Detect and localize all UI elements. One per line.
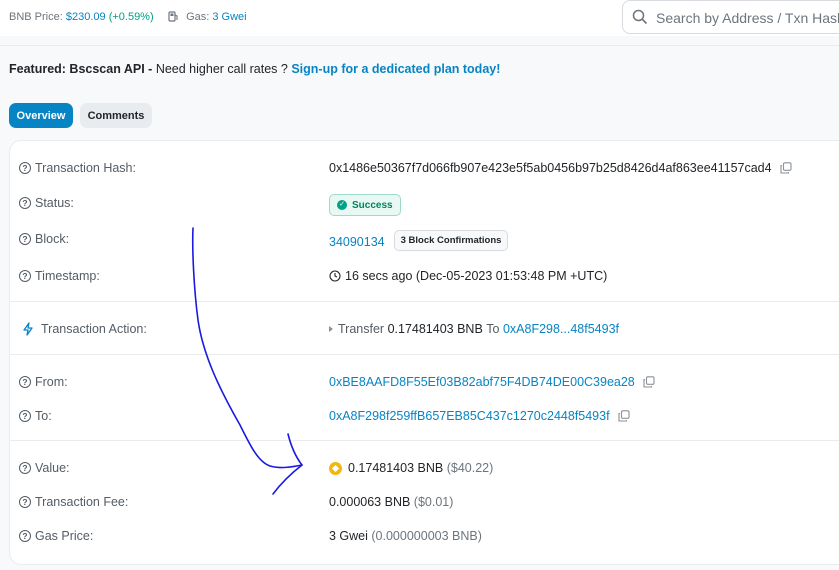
- to-address-link[interactable]: 0xA8F298f259ffB657EB85C437c1270c2448f549…: [329, 409, 610, 423]
- section-divider: [9, 301, 839, 302]
- block-number-link[interactable]: 34090134: [329, 235, 385, 249]
- question-icon[interactable]: ?: [19, 376, 31, 388]
- bnb-token-icon: [329, 461, 342, 475]
- gas-label: Gas:: [186, 11, 210, 23]
- row-value: 3 Gwei (0.000000003 BNB): [329, 529, 482, 543]
- status-text: Success: [352, 199, 393, 211]
- confirmations-badge: 3 Block Confirmations: [393, 230, 509, 251]
- value-usd: ($40.22): [446, 461, 494, 475]
- question-icon[interactable]: ?: [19, 197, 31, 209]
- top-bar: BNB Price: $230.09 (+0.59%) Gas: 3 Gwei …: [0, 0, 839, 36]
- label-text: Value:: [35, 461, 70, 475]
- row-label: ? Gas Price:: [19, 529, 93, 543]
- row-value: Transfer 0.17481403 BNB To 0xA8F298...48…: [329, 322, 619, 336]
- row-value: 0xBE8AAFD8F55Ef03B82abf75F4DB74DE00C39ea…: [329, 375, 655, 389]
- label-text: Timestamp:: [35, 269, 100, 283]
- lightning-icon: [23, 322, 33, 336]
- row-value: 16 secs ago (Dec-05-2023 01:53:48 PM +UT…: [329, 269, 607, 283]
- tx-hash-value: 0x1486e50367f7d066fb907e423e5f5ab0456b97…: [329, 161, 772, 175]
- copy-icon[interactable]: [618, 410, 630, 422]
- tab-comments[interactable]: Comments: [80, 103, 152, 128]
- section-divider: [9, 354, 839, 355]
- featured-signup-link[interactable]: Sign-up for a dedicated plan today!: [291, 62, 500, 76]
- bnb-price: BNB Price: $230.09 (+0.59%): [9, 11, 154, 23]
- row-to: ? To: 0xA8F298f259ffB657EB85C437c1270c244…: [0, 407, 839, 427]
- action-to-word: To: [486, 322, 500, 336]
- row-status: ? Status: ✓ Success: [0, 194, 839, 216]
- question-icon[interactable]: ?: [19, 462, 31, 474]
- clock-icon: [329, 270, 341, 282]
- gas-tracker: Gas: 3 Gwei: [168, 11, 247, 23]
- featured-text: Need higher call rates ?: [155, 62, 288, 76]
- row-label: ? From:: [19, 375, 68, 389]
- row-value: 0x1486e50367f7d066fb907e423e5f5ab0456b97…: [329, 161, 792, 175]
- label-text: Block:: [35, 232, 70, 246]
- search-icon: [632, 9, 648, 25]
- question-icon[interactable]: ?: [19, 270, 31, 282]
- label-text: Gas Price:: [35, 529, 94, 543]
- label-text: Transaction Hash:: [35, 161, 136, 175]
- row-label: Transaction Action:: [19, 322, 147, 336]
- action-verb: Transfer: [338, 322, 385, 336]
- label-text: Transaction Action:: [41, 322, 147, 336]
- row-value: ? Value: 0.17481403 BNB ($40.22): [0, 459, 839, 479]
- from-address-link[interactable]: 0xBE8AAFD8F55Ef03B82abf75F4DB74DE00C39ea…: [329, 375, 635, 389]
- row-timestamp: ? Timestamp: 16 secs ago (Dec-05-2023 01:…: [0, 267, 839, 287]
- row-label: ? To:: [19, 409, 52, 423]
- label-text: To:: [35, 409, 52, 423]
- row-label: ? Transaction Hash:: [19, 161, 136, 175]
- bnb-price-change: (+0.59%): [108, 11, 154, 23]
- check-circle-icon: ✓: [337, 200, 347, 210]
- featured-prefix: Featured: Bscscan API -: [9, 62, 153, 76]
- row-value: 0.17481403 BNB ($40.22): [329, 461, 493, 475]
- question-icon[interactable]: ?: [19, 162, 31, 174]
- label-text: Status:: [35, 196, 74, 210]
- label-text: From:: [35, 375, 68, 389]
- gas-price-amount: 3 Gwei: [329, 529, 368, 543]
- search-placeholder: Search by Address / Txn Hash: [656, 10, 839, 26]
- question-icon[interactable]: ?: [19, 530, 31, 542]
- bnb-price-label: BNB Price:: [9, 11, 63, 23]
- bnb-price-value[interactable]: $230.09: [66, 11, 106, 23]
- row-gas-price: ? Gas Price: 3 Gwei (0.000000003 BNB): [0, 527, 839, 547]
- row-value: 34090134 3 Block Confirmations: [329, 230, 509, 251]
- row-label: ? Status:: [19, 196, 74, 210]
- copy-icon[interactable]: [643, 376, 655, 388]
- status-badge: ✓ Success: [329, 194, 401, 216]
- caret-right-icon: [329, 326, 333, 332]
- header-divider: [0, 45, 839, 46]
- fee-amount: 0.000063 BNB: [329, 495, 411, 509]
- row-transaction-hash: ? Transaction Hash: 0x1486e50367f7d066fb9…: [0, 159, 839, 179]
- timestamp-value: 16 secs ago (Dec-05-2023 01:53:48 PM +UT…: [345, 269, 608, 283]
- question-icon[interactable]: ?: [19, 496, 31, 508]
- row-label: ? Transaction Fee:: [19, 495, 128, 509]
- value-amount: 0.17481403 BNB: [348, 461, 444, 475]
- question-icon[interactable]: ?: [19, 233, 31, 245]
- label-text: Transaction Fee:: [35, 495, 129, 509]
- action-amount: 0.17481403 BNB: [387, 322, 483, 336]
- action-to-address-link[interactable]: 0xA8F298...48f5493f: [503, 322, 619, 336]
- row-block: ? Block: 34090134 3 Block Confirmations: [0, 230, 839, 251]
- section-divider: [9, 440, 839, 441]
- row-transaction-fee: ? Transaction Fee: 0.000063 BNB ($0.01): [0, 493, 839, 513]
- row-transaction-action: Transaction Action: Transfer 0.17481403 …: [0, 320, 839, 340]
- tab-overview[interactable]: Overview: [9, 103, 73, 128]
- search-input[interactable]: Search by Address / Txn Hash: [622, 0, 839, 34]
- gas-price-bnb: (0.000000003 BNB): [371, 529, 482, 543]
- fee-usd: ($0.01): [413, 495, 454, 509]
- row-label: ? Block:: [19, 232, 69, 246]
- row-value: 0.000063 BNB ($0.01): [329, 495, 453, 509]
- gas-value[interactable]: 3 Gwei: [212, 11, 246, 23]
- row-label: ? Value:: [19, 461, 70, 475]
- gas-pump-icon: [168, 11, 178, 22]
- copy-icon[interactable]: [780, 162, 792, 174]
- featured-banner: Featured: Bscscan API - Need higher call…: [9, 62, 500, 76]
- row-label: ? Timestamp:: [19, 269, 100, 283]
- row-from: ? From: 0xBE8AAFD8F55Ef03B82abf75F4DB74DE…: [0, 373, 839, 393]
- row-value: ✓ Success: [329, 194, 401, 216]
- row-value: 0xA8F298f259ffB657EB85C437c1270c2448f549…: [329, 409, 630, 423]
- question-icon[interactable]: ?: [19, 410, 31, 422]
